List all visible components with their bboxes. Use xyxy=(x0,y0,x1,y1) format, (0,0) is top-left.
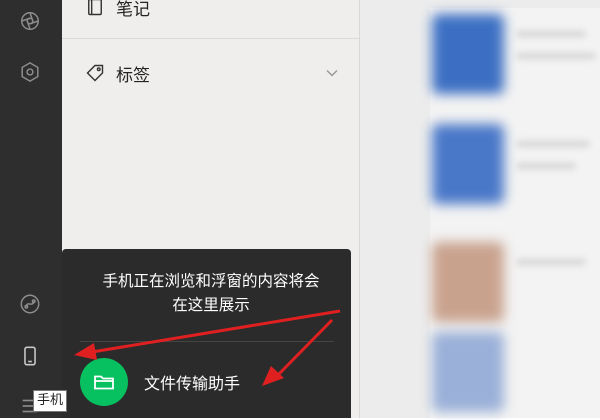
mini-program-icon[interactable] xyxy=(16,58,44,86)
nav-item-label: 标签 xyxy=(116,65,150,86)
contact-name: 文件传输助手 xyxy=(144,374,241,393)
thumbnail xyxy=(432,242,504,322)
popup-message-line: 手机正在浏览和浮窗的内容将会 xyxy=(102,272,320,290)
text-line xyxy=(516,52,596,60)
tag-icon xyxy=(84,62,106,84)
list-item[interactable] xyxy=(430,240,600,326)
text-line xyxy=(516,258,586,266)
list-item[interactable] xyxy=(430,330,600,416)
nav-item-label: 笔记 xyxy=(116,0,150,20)
thumbnail xyxy=(432,332,504,412)
popup-message: 手机正在浏览和浮窗的内容将会 在这里展示 xyxy=(80,269,342,317)
chevron-down-icon[interactable] xyxy=(325,66,339,80)
divider xyxy=(62,38,359,39)
thumbnail xyxy=(432,14,504,94)
nav-item-notes[interactable]: 笔记 xyxy=(62,0,359,26)
phone-browsing-popup: 手机正在浏览和浮窗的内容将会 在这里展示 文件传输助手 xyxy=(62,249,351,418)
note-icon xyxy=(84,0,106,18)
popup-divider xyxy=(80,341,334,342)
file-transfer-item[interactable]: 文件传输助手 xyxy=(80,357,340,407)
moments-icon[interactable] xyxy=(16,7,44,35)
left-icon-rail xyxy=(0,0,62,418)
folder-icon xyxy=(80,358,128,406)
phone-icon[interactable] xyxy=(16,342,44,370)
popup-message-line: 在这里展示 xyxy=(172,296,250,314)
list-item[interactable] xyxy=(430,122,600,208)
tooltip: 手机 xyxy=(33,390,68,412)
text-line xyxy=(516,30,586,38)
text-line xyxy=(516,162,576,170)
list-item[interactable] xyxy=(430,12,600,98)
text-line xyxy=(516,140,590,148)
nav-item-tags[interactable]: 标签 xyxy=(62,54,359,92)
thumbnail xyxy=(432,124,504,204)
channels-link-icon[interactable] xyxy=(16,290,44,318)
content-area xyxy=(360,0,600,418)
